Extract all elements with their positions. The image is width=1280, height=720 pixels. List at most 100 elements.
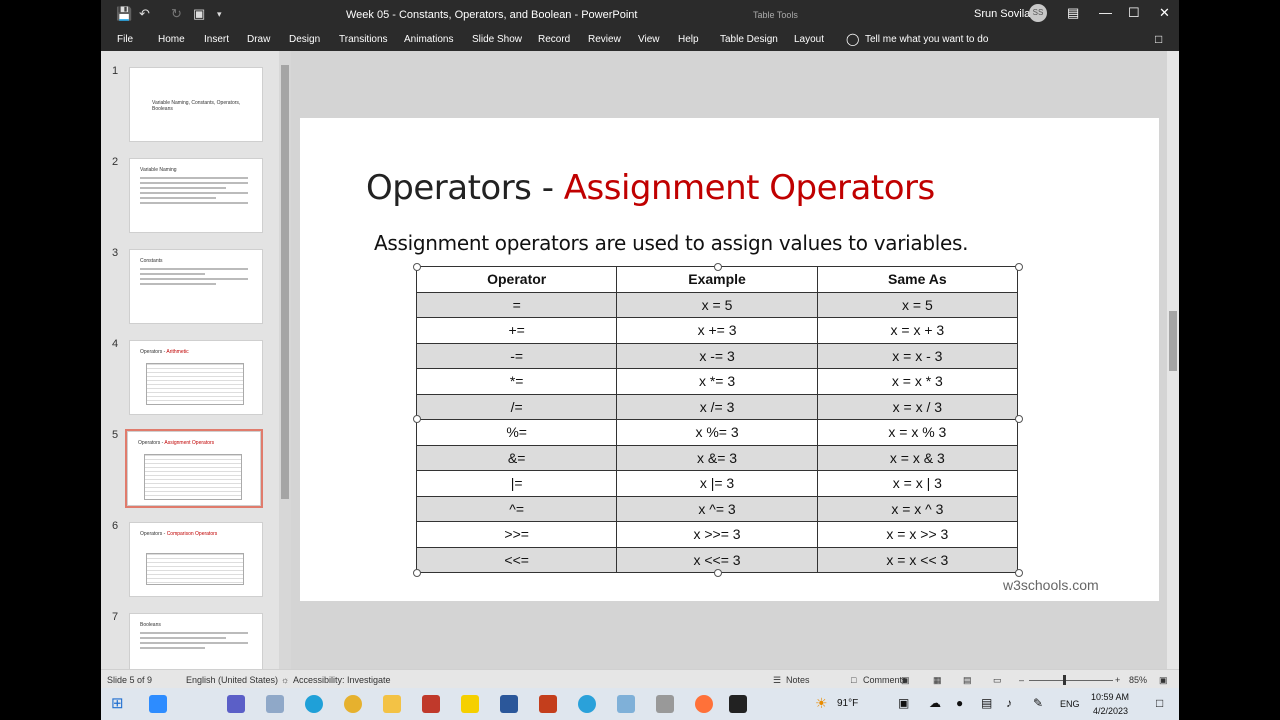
same-as-cell[interactable]: x = x / 3: [816, 393, 1019, 420]
edge-icon[interactable]: [305, 695, 323, 713]
slide-thumbnail-3[interactable]: Constants: [129, 249, 263, 324]
input-language[interactable]: ENG: [1060, 699, 1080, 709]
same-as-cell[interactable]: x = 5: [816, 291, 1019, 318]
avatar[interactable]: SS: [1029, 4, 1047, 22]
minimize-icon[interactable]: —: [1099, 5, 1112, 20]
example-cell[interactable]: x /= 3: [616, 393, 818, 420]
slide-thumbnail-1[interactable]: Variable Naming, Constants, Operators, B…: [129, 67, 263, 142]
operator-cell[interactable]: <<=: [415, 546, 618, 573]
notes-button[interactable]: Notes: [786, 675, 810, 685]
word-icon[interactable]: [500, 695, 518, 713]
example-cell[interactable]: x >>= 3: [616, 521, 818, 548]
tab-file[interactable]: File: [117, 34, 133, 45]
telegram-icon[interactable]: [578, 695, 596, 713]
tray-icon[interactable]: ▣: [898, 696, 909, 710]
scrollbar-thumb[interactable]: [281, 65, 289, 499]
clock-time[interactable]: 10:59 AM: [1091, 692, 1129, 702]
comments-icon[interactable]: □: [1155, 32, 1162, 46]
same-as-cell[interactable]: x = x * 3: [816, 368, 1019, 395]
resize-handle[interactable]: [1015, 263, 1023, 271]
resize-handle[interactable]: [714, 263, 722, 271]
zoom-slider-thumb[interactable]: [1063, 675, 1066, 685]
same-as-cell[interactable]: x = x % 3: [816, 419, 1019, 446]
microphone-icon[interactable]: ●: [956, 696, 963, 710]
example-cell[interactable]: x -= 3: [616, 342, 818, 369]
thumbnail-scrollbar[interactable]: [279, 51, 291, 669]
language-indicator[interactable]: English (United States): [186, 675, 278, 685]
firefox-icon[interactable]: [695, 695, 713, 713]
table-row[interactable]: += x += 3x = x + 3: [415, 317, 1019, 344]
operator-cell[interactable]: *=: [415, 368, 618, 395]
operator-cell[interactable]: +=: [415, 317, 618, 344]
same-as-cell[interactable]: x = x ^ 3: [816, 495, 1019, 522]
tab-design[interactable]: Design: [289, 34, 320, 45]
operator-cell[interactable]: |=: [415, 470, 618, 497]
terminal-icon[interactable]: [729, 695, 747, 713]
save-icon[interactable]: 💾: [116, 6, 132, 22]
table-header[interactable]: Same As: [816, 266, 1019, 293]
file-explorer-icon[interactable]: [383, 695, 401, 713]
resize-handle[interactable]: [714, 569, 722, 577]
table-row[interactable]: &= x &= 3x = x & 3: [415, 444, 1019, 471]
slide-title[interactable]: Operators - Assignment Operators: [366, 168, 935, 208]
present-icon[interactable]: ▣: [193, 6, 205, 22]
operator-cell[interactable]: ^=: [415, 495, 618, 522]
tab-layout[interactable]: Layout: [794, 34, 824, 45]
tab-view[interactable]: View: [638, 34, 660, 45]
maximize-icon[interactable]: ☐: [1128, 5, 1140, 21]
canvas-scrollbar[interactable]: [1167, 51, 1179, 669]
redo-icon[interactable]: ↻: [171, 6, 182, 22]
volume-icon[interactable]: ♪: [1006, 696, 1012, 710]
example-cell[interactable]: x *= 3: [616, 368, 818, 395]
operator-cell[interactable]: %=: [415, 419, 618, 446]
pen-icon[interactable]: ✎: [1033, 696, 1043, 710]
zoom-app-icon[interactable]: [149, 695, 167, 713]
resize-handle[interactable]: [1015, 569, 1023, 577]
slide-thumbnail-6[interactable]: Operators - Comparison Operators: [129, 522, 263, 597]
operator-cell[interactable]: &=: [415, 444, 618, 471]
resize-handle[interactable]: [413, 415, 421, 423]
zoom-in-icon[interactable]: +: [1115, 675, 1120, 685]
table-row[interactable]: ^= x ^= 3x = x ^ 3: [415, 495, 1019, 522]
clock-date[interactable]: 4/2/2023: [1093, 706, 1128, 716]
operator-cell[interactable]: /=: [415, 393, 618, 420]
cloud-icon[interactable]: ☁: [929, 696, 941, 710]
app-icon[interactable]: [422, 695, 440, 713]
zoom-level[interactable]: 85%: [1129, 675, 1147, 685]
tab-table-design[interactable]: Table Design: [720, 34, 778, 45]
operator-table[interactable]: Operator Example Same As = x = 5x = 5 += x …: [415, 266, 1019, 573]
same-as-cell[interactable]: x = x << 3: [816, 546, 1019, 573]
undo-icon[interactable]: ↶: [139, 6, 150, 22]
slideshow-view-icon[interactable]: ▭: [993, 675, 1002, 686]
app-icon[interactable]: [656, 695, 674, 713]
scrollbar-thumb[interactable]: [1169, 311, 1177, 371]
table-row[interactable]: >>= x >>= 3x = x >> 3: [415, 521, 1019, 548]
network-icon[interactable]: ▤: [981, 696, 992, 710]
example-cell[interactable]: x %= 3: [616, 419, 818, 446]
operator-cell[interactable]: =: [415, 291, 618, 318]
app-icon[interactable]: [266, 695, 284, 713]
normal-view-icon[interactable]: ▣: [901, 675, 910, 686]
accessibility-status[interactable]: Accessibility: Investigate: [293, 675, 391, 685]
tell-me-search[interactable]: Tell me what you want to do: [865, 34, 988, 45]
same-as-cell[interactable]: x = x + 3: [816, 317, 1019, 344]
slide-subtitle[interactable]: Assignment operators are used to assign …: [374, 231, 968, 255]
slide-thumbnail-2[interactable]: Variable Naming: [129, 158, 263, 233]
tab-home[interactable]: Home: [158, 34, 185, 45]
tab-record[interactable]: Record: [538, 34, 570, 45]
table-header[interactable]: Operator: [415, 266, 618, 293]
tab-review[interactable]: Review: [588, 34, 621, 45]
table-row[interactable]: |= x |= 3x = x | 3: [415, 470, 1019, 497]
slide-sorter-icon[interactable]: ▦: [933, 675, 942, 686]
slide[interactable]: Operators - Assignment Operators Assignm…: [300, 118, 1159, 601]
start-icon[interactable]: ⊞: [111, 694, 124, 712]
example-cell[interactable]: x ^= 3: [616, 495, 818, 522]
resize-handle[interactable]: [413, 569, 421, 577]
same-as-cell[interactable]: x = x >> 3: [816, 521, 1019, 548]
powerpoint-icon[interactable]: [539, 695, 557, 713]
same-as-cell[interactable]: x = x | 3: [816, 470, 1019, 497]
operator-cell[interactable]: >>=: [415, 521, 618, 548]
reading-view-icon[interactable]: ▤: [963, 675, 972, 686]
zoom-out-icon[interactable]: –: [1019, 675, 1024, 685]
teams-icon[interactable]: [227, 695, 245, 713]
